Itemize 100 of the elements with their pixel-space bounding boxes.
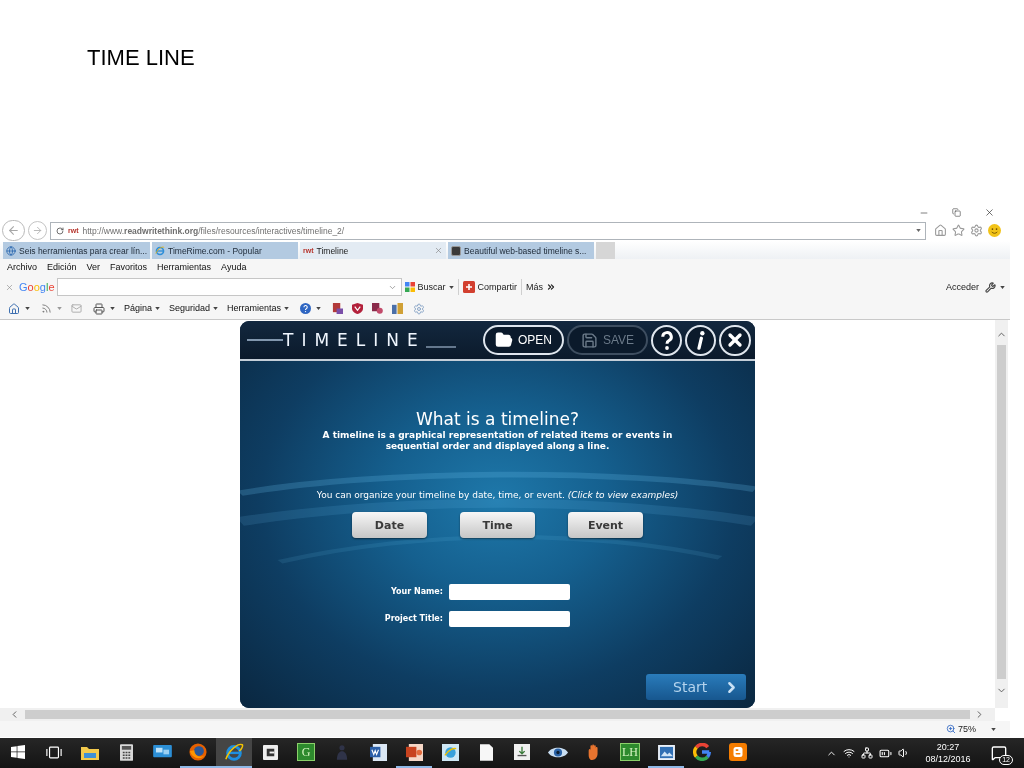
- g-logo-icon: [693, 743, 711, 761]
- clock[interactable]: 20:27 08/12/2016: [920, 738, 976, 768]
- monitor-icon: [152, 745, 172, 759]
- presentation-icon: [405, 743, 423, 761]
- browser-tab[interactable]: Beautiful web-based timeline s...: [448, 242, 595, 259]
- caret-icon: [316, 307, 322, 310]
- caret-icon: [991, 727, 996, 731]
- taskbar-button[interactable]: G: [288, 738, 324, 768]
- start-button[interactable]: Start: [646, 674, 746, 700]
- document-icon: [369, 743, 387, 761]
- network-icon[interactable]: [861, 747, 873, 759]
- command-menu-button[interactable]: Página: [124, 303, 161, 314]
- toolbar-button[interactable]: Más: [526, 281, 557, 293]
- globe-tile-icon: [441, 743, 459, 761]
- slide-title: TIME LINE: [87, 44, 195, 72]
- scrollbar-thumb[interactable]: [997, 345, 1006, 679]
- wrench-icon[interactable]: [985, 281, 996, 293]
- help-button[interactable]: [651, 324, 682, 356]
- text-field[interactable]: [449, 584, 570, 600]
- zoom-button[interactable]: 75%: [946, 723, 976, 735]
- close-icon: [725, 330, 745, 350]
- figure-icon: [336, 744, 348, 760]
- question-mark-icon: [660, 330, 673, 350]
- overlapping-squares-icon[interactable]: [332, 303, 344, 314]
- caret-icon: [1000, 285, 1005, 289]
- square-and-circle-icon[interactable]: [372, 303, 384, 314]
- instructions: You can organize your timeline by date, time, or event. (Click to view examples): [316, 489, 679, 501]
- caret-icon: [448, 285, 454, 289]
- type-button[interactable]: Date: [352, 512, 427, 538]
- start-icon: [11, 745, 25, 759]
- menu-item[interactable]: Ayuda: [221, 262, 247, 273]
- double-chevron-icon: [546, 282, 557, 292]
- globe-icon: [6, 245, 16, 256]
- menu-item[interactable]: Favoritos: [110, 262, 148, 273]
- close-icon: [984, 207, 995, 218]
- plus-tile-icon: [462, 281, 475, 293]
- wifi-icon[interactable]: [843, 747, 855, 759]
- smiley-icon[interactable]: [988, 224, 1001, 237]
- browser-tab[interactable]: Seis herramientas para crear lín...: [3, 242, 151, 259]
- toolbar-button[interactable]: Buscar: [404, 281, 454, 293]
- menu-item[interactable]: Archivo: [7, 262, 37, 273]
- zoom-icon: [946, 724, 956, 734]
- toolbar-button[interactable]: Compartir: [462, 281, 518, 293]
- info-button[interactable]: [685, 324, 716, 356]
- description: A timeline is a graphical representation of related items or events in sequential order and displayed along a line.: [321, 430, 674, 452]
- menu-item[interactable]: Ver: [86, 262, 101, 273]
- menu-item[interactable]: Herramientas: [157, 262, 212, 273]
- search-field[interactable]: [56, 278, 402, 296]
- close-button[interactable]: [719, 324, 751, 356]
- field-label: Your Name:: [390, 587, 443, 597]
- type-button[interactable]: Event: [568, 512, 643, 538]
- tab-title: Beautiful web-based timeline s...: [464, 245, 587, 256]
- forward-arrow-icon: [32, 225, 43, 236]
- printer-icon[interactable]: [93, 302, 105, 315]
- download-tile-icon: [514, 744, 530, 760]
- b-logo-icon: [729, 743, 747, 761]
- type-button[interactable]: Time: [460, 512, 535, 538]
- home-icon[interactable]: [8, 302, 20, 315]
- e-logo-icon: [155, 245, 166, 256]
- bars-icon[interactable]: [392, 303, 404, 314]
- back-arrow-icon: [7, 224, 20, 237]
- help-icon[interactable]: [300, 303, 312, 314]
- info-icon: [696, 330, 705, 350]
- open-button[interactable]: OPEN: [483, 325, 564, 355]
- favorites-star-icon[interactable]: [952, 224, 965, 237]
- caret-icon: [155, 307, 161, 310]
- folder-icon: [495, 331, 513, 349]
- google-logo: Google: [19, 281, 55, 293]
- url-text[interactable]: http://www.readwritethink.org/files/resources/interactives/timeline_2/: [82, 225, 345, 236]
- sign-in-button[interactable]: Acceder: [945, 281, 979, 293]
- feed-icon[interactable]: [41, 303, 52, 314]
- command-menu-button[interactable]: Herramientas: [227, 303, 290, 314]
- taskbar-button[interactable]: LH: [612, 738, 648, 768]
- picture-icon: [657, 744, 675, 760]
- page-icon: [479, 743, 493, 761]
- heading: What is a timeline?: [416, 408, 579, 430]
- app-tile-icon: [262, 744, 278, 760]
- eye-icon: [548, 745, 568, 759]
- letter-tile-icon: G: [297, 743, 315, 761]
- scrollbar-thumb[interactable]: [25, 710, 970, 719]
- shield-icon[interactable]: [352, 303, 364, 314]
- browser-tab[interactable]: TimeRime.com - Popular: [152, 242, 299, 259]
- command-menu-button[interactable]: Seguridad: [169, 303, 219, 314]
- menu-item[interactable]: Edición: [47, 262, 77, 273]
- refresh-icon: [56, 226, 64, 235]
- volume-icon[interactable]: [898, 747, 910, 759]
- caret-icon: [284, 307, 290, 310]
- field-label: Project Title:: [384, 614, 443, 624]
- tab-title: TimeRime.com - Popular: [168, 245, 262, 256]
- e-logo-icon: [224, 742, 244, 762]
- home-icon[interactable]: [934, 224, 947, 237]
- letter-tile-icon: LH: [620, 743, 640, 761]
- settings-icon[interactable]: [970, 224, 983, 237]
- folder-icon: [81, 744, 99, 760]
- tab-title: Seis herramientas para crear lín...: [19, 245, 148, 256]
- caret-icon: [25, 307, 30, 310]
- caret-icon: [110, 307, 115, 310]
- globe-icon: [189, 743, 207, 761]
- text-field[interactable]: [449, 611, 570, 627]
- tab-title: Timeline: [316, 245, 349, 256]
